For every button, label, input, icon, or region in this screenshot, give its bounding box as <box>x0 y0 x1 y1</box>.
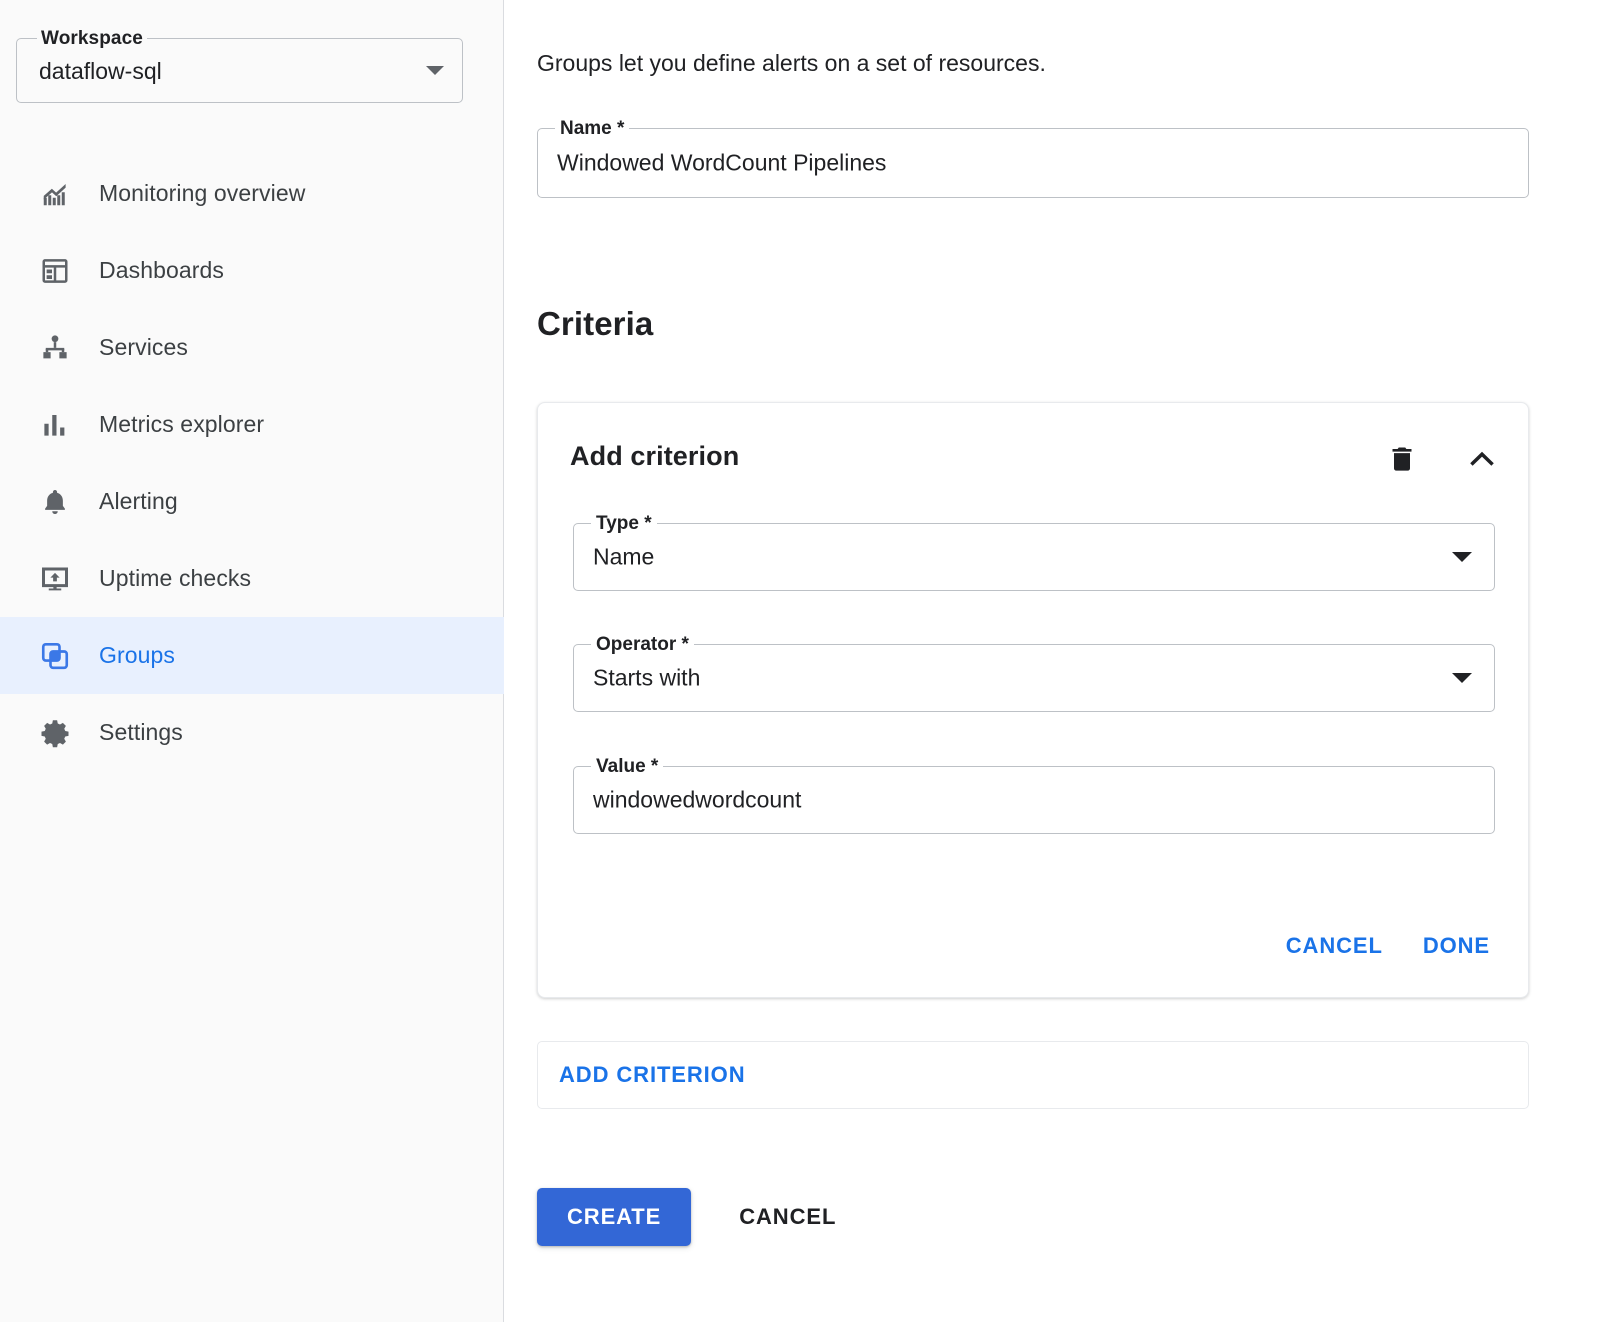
workspace-value: dataflow-sql <box>39 58 162 85</box>
dashboards-icon <box>38 254 72 288</box>
criterion-type-value: Name <box>593 544 654 571</box>
criterion-operator-select[interactable]: Operator * Starts with <box>573 644 1495 712</box>
criterion-value-label: Value * <box>591 756 663 778</box>
chevron-down-icon <box>1452 552 1472 562</box>
sidebar-item-label: Metrics explorer <box>99 411 264 438</box>
sidebar-item-services[interactable]: Services <box>0 309 504 386</box>
cancel-button[interactable]: CANCEL <box>719 1188 856 1246</box>
criterion-type-label: Type * <box>591 513 657 535</box>
add-criterion-bar[interactable]: ADD CRITERION <box>537 1041 1529 1109</box>
main-content: Groups let you define alerts on a set of… <box>504 0 1618 1322</box>
trash-icon <box>1387 444 1417 479</box>
sidebar-item-label: Groups <box>99 642 175 669</box>
intro-text: Groups let you define alerts on a set of… <box>537 50 1046 77</box>
criterion-operator-value: Starts with <box>593 665 700 692</box>
group-name-field[interactable]: Name * Windowed WordCount Pipelines <box>537 128 1529 198</box>
form-actions: CREATE CANCEL <box>537 1188 856 1246</box>
sidebar-item-uptime-checks[interactable]: Uptime checks <box>0 540 504 617</box>
sidebar-item-metrics-explorer[interactable]: Metrics explorer <box>0 386 504 463</box>
criterion-value-input[interactable]: windowedwordcount <box>593 787 801 814</box>
chevron-up-icon <box>1466 443 1498 480</box>
group-name-input[interactable]: Windowed WordCount Pipelines <box>557 150 886 177</box>
services-icon <box>38 331 72 365</box>
metrics-explorer-icon <box>38 408 72 442</box>
sidebar-item-groups[interactable]: Groups <box>0 617 504 694</box>
monitoring-overview-icon <box>38 177 72 211</box>
sidebar-item-label: Services <box>99 334 188 361</box>
sidebar-item-label: Alerting <box>99 488 178 515</box>
app-root: Workspace dataflow-sql Monitoring overvi… <box>0 0 1618 1322</box>
create-button[interactable]: CREATE <box>537 1188 691 1246</box>
group-name-label: Name * <box>555 118 629 140</box>
collapse-criterion-button[interactable] <box>1460 439 1504 483</box>
criterion-card: Add criterion Type * Name <box>537 402 1529 998</box>
criterion-type-select[interactable]: Type * Name <box>573 523 1495 591</box>
criterion-value-field[interactable]: Value * windowedwordcount <box>573 766 1495 834</box>
uptime-checks-icon <box>38 562 72 596</box>
chevron-down-icon <box>1452 673 1472 683</box>
criteria-heading: Criteria <box>537 305 653 343</box>
criterion-card-actions: CANCEL DONE <box>1272 923 1504 969</box>
sidebar-item-alerting[interactable]: Alerting <box>0 463 504 540</box>
groups-icon <box>38 639 72 673</box>
add-criterion-button[interactable]: ADD CRITERION <box>559 1056 753 1094</box>
sidebar-item-monitoring-overview[interactable]: Monitoring overview <box>0 155 504 232</box>
bell-icon <box>38 485 72 519</box>
sidebar-item-label: Uptime checks <box>99 565 251 592</box>
delete-criterion-button[interactable] <box>1380 439 1424 483</box>
sidebar-nav: Monitoring overview Dashboards <box>0 155 504 771</box>
sidebar: Workspace dataflow-sql Monitoring overvi… <box>0 0 504 1322</box>
criterion-cancel-button[interactable]: CANCEL <box>1272 923 1397 969</box>
gear-icon <box>38 716 72 750</box>
chevron-down-icon <box>426 66 444 75</box>
sidebar-item-label: Dashboards <box>99 257 224 284</box>
workspace-selector[interactable]: Workspace dataflow-sql <box>16 38 463 103</box>
sidebar-item-dashboards[interactable]: Dashboards <box>0 232 504 309</box>
workspace-label: Workspace <box>37 28 147 50</box>
sidebar-item-settings[interactable]: Settings <box>0 694 504 771</box>
sidebar-item-label: Settings <box>99 719 183 746</box>
sidebar-item-label: Monitoring overview <box>99 180 305 207</box>
criterion-done-button[interactable]: DONE <box>1409 923 1504 969</box>
criterion-card-title: Add criterion <box>570 441 739 472</box>
criterion-operator-label: Operator * <box>591 634 694 656</box>
